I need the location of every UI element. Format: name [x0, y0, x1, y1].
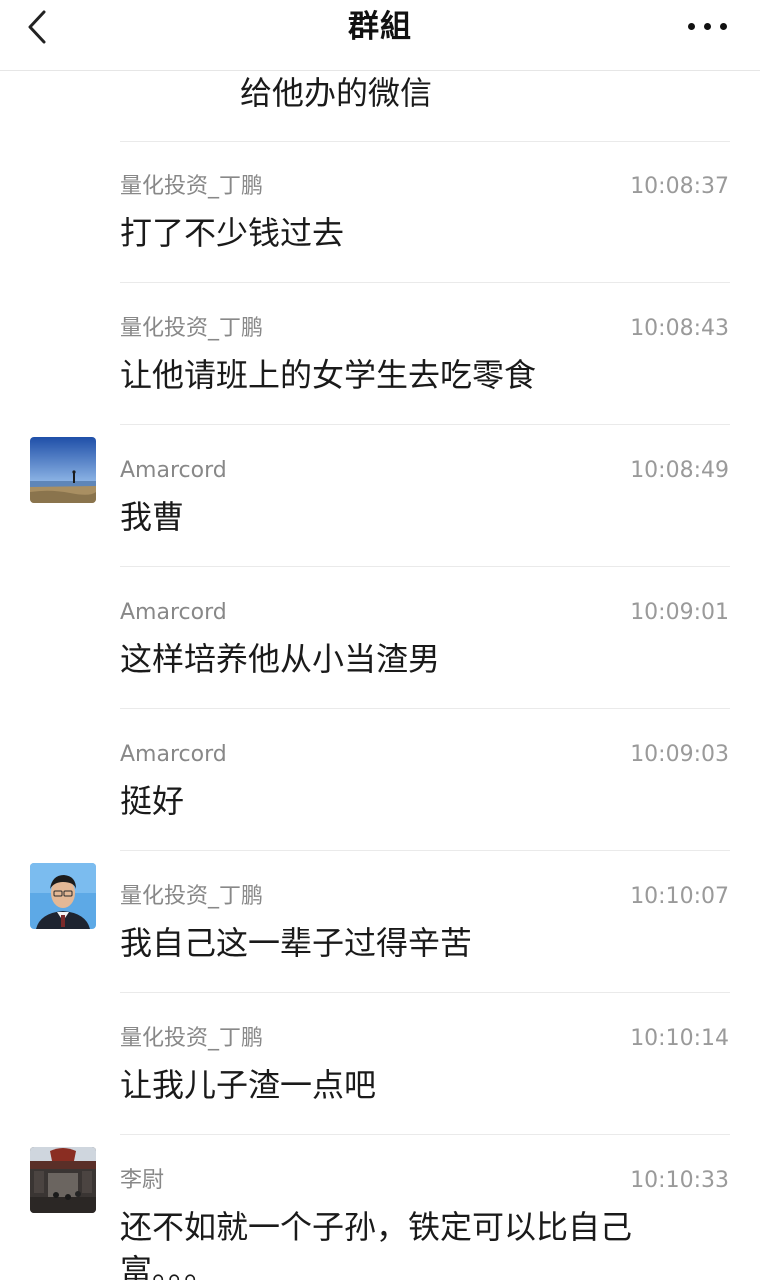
message-item[interactable]: Amarcord 10:09:01 这样培养他从小当渣男 — [0, 567, 760, 709]
avatar-seaside-image — [30, 437, 96, 503]
page-title: 群組 — [348, 9, 412, 45]
message-item[interactable]: Amarcord 10:09:03 挺好 — [0, 709, 760, 851]
message-list[interactable]: 给他办的微信 量化投资_丁鹏 10:08:37 打了不少钱过去 量化投资_丁鹏 … — [0, 71, 760, 1280]
avatar[interactable] — [30, 863, 96, 929]
message-text: 打了不少钱过去 — [120, 214, 345, 252]
message-time: 10:09:01 — [630, 600, 729, 625]
sender-name: Amarcord — [120, 458, 227, 483]
more-dot-icon — [704, 23, 711, 30]
sender-name: 量化投资_丁鹏 — [120, 174, 264, 199]
message-time: 10:09:03 — [630, 742, 729, 767]
sender-name: 量化投资_丁鹏 — [120, 884, 264, 909]
chat-screen: 群組 给他办的微信 量化投资_丁鹏 10:08:37 打了不少钱过去 量化投资_… — [0, 0, 760, 1280]
avatar[interactable] — [30, 437, 96, 503]
more-dot-icon — [688, 23, 695, 30]
message-text: 这样培养他从小当渣男 — [120, 640, 441, 678]
more-options-button[interactable] — [686, 14, 730, 38]
message-time: 10:08:43 — [630, 316, 729, 341]
avatar[interactable] — [30, 1147, 96, 1213]
message-partial[interactable]: 给他办的微信 — [120, 71, 730, 142]
sender-name: Amarcord — [120, 600, 227, 625]
message-text: 挺好 — [120, 782, 185, 820]
sender-name: 李尉 — [120, 1168, 165, 1193]
message-text: 我曹 — [120, 498, 185, 536]
message-item[interactable]: 量化投资_丁鹏 10:08:43 让他请班上的女学生去吃零食 — [0, 283, 760, 425]
message-text: 让他请班上的女学生去吃零食 — [120, 356, 537, 394]
message-item[interactable]: 李尉 10:10:33 还不如就一个子孙，铁定可以比自己富。。。 — [0, 1135, 760, 1280]
message-text: 让我儿子渣一点吧 — [120, 1066, 377, 1104]
message-time: 10:08:37 — [630, 174, 729, 199]
message-item[interactable]: 量化投资_丁鹏 10:08:37 打了不少钱过去 — [0, 141, 760, 283]
more-dot-icon — [720, 23, 727, 30]
top-bar: 群組 — [0, 0, 760, 71]
sender-name: 量化投资_丁鹏 — [120, 316, 264, 341]
message-text: 还不如就一个子孙，铁定可以比自己富。。。 — [120, 1208, 633, 1280]
message-time: 10:10:07 — [630, 884, 729, 909]
sender-name: 量化投资_丁鹏 — [120, 1026, 264, 1051]
message-item[interactable]: 量化投资_丁鹏 10:10:14 让我儿子渣一点吧 — [0, 993, 760, 1135]
message-time: 10:10:33 — [630, 1168, 729, 1193]
avatar-street-image — [30, 1147, 96, 1213]
message-item[interactable]: 量化投资_丁鹏 10:10:07 我自己这一辈子过得辛苦 — [0, 851, 760, 993]
message-text: 给他办的微信 — [240, 74, 433, 112]
sender-name: Amarcord — [120, 742, 227, 767]
message-time: 10:08:49 — [630, 458, 729, 483]
message-item[interactable]: Amarcord 10:08:49 我曹 — [0, 425, 760, 567]
avatar-portrait-image — [30, 863, 96, 929]
message-time: 10:10:14 — [630, 1026, 729, 1051]
message-text: 我自己这一辈子过得辛苦 — [120, 924, 473, 962]
